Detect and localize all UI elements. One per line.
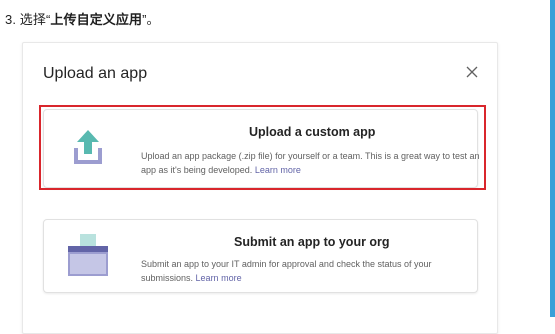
learn-more-link[interactable]: Learn more (196, 273, 242, 283)
instruction-prefix: 3. 选择“ (5, 12, 51, 27)
option-title: Upload a custom app (249, 125, 376, 139)
learn-more-link[interactable]: Learn more (255, 165, 301, 175)
scrollbar[interactable] (550, 0, 555, 317)
option-title: Submit an app to your org (234, 235, 390, 249)
upload-icon (74, 130, 102, 164)
submit-to-org-icon (68, 234, 108, 276)
upload-app-dialog: Upload an app Upload a custom app Upload… (22, 42, 498, 334)
close-icon[interactable] (465, 65, 479, 79)
upload-custom-app-option[interactable]: Upload a custom app Upload an app packag… (43, 109, 480, 188)
option-description: Upload an app package (.zip file) for yo… (141, 151, 480, 175)
submit-app-to-org-option[interactable]: Submit an app to your org Submit an app … (43, 219, 478, 293)
option-description: Submit an app to your IT admin for appro… (141, 259, 432, 283)
instruction-bold: 上传自定义应用 (50, 12, 143, 27)
dialog-title: Upload an app (43, 65, 148, 82)
instruction-text: 3. 选择“上传自定义应用”。 (5, 9, 160, 28)
instruction-suffix: ”。 (142, 12, 160, 27)
